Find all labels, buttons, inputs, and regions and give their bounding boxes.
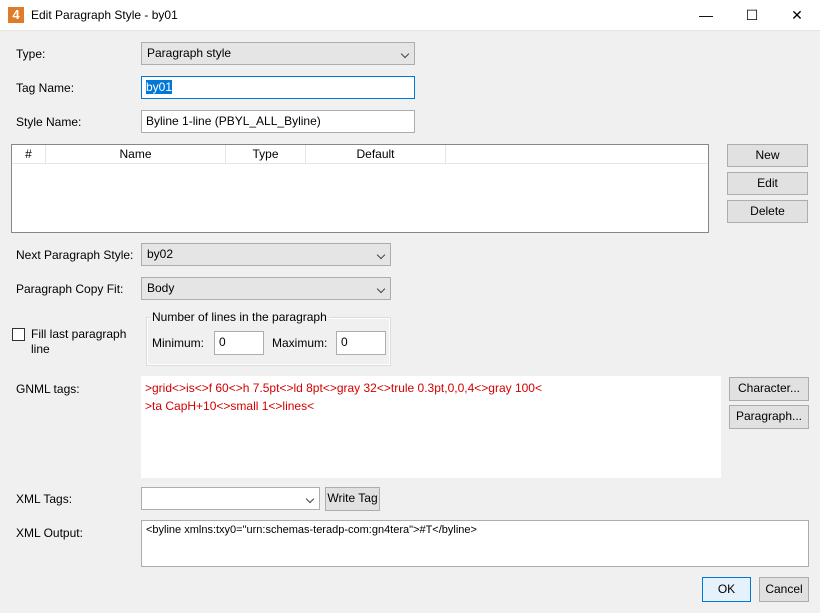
type-dropdown[interactable]: Paragraph style <box>141 42 415 65</box>
xml-tags-label: XML Tags: <box>16 492 73 506</box>
next-paragraph-style-label: Next Paragraph Style: <box>16 248 134 262</box>
edit-button[interactable]: Edit <box>727 172 808 195</box>
delete-button[interactable]: Delete <box>727 200 808 223</box>
paragraph-copy-fit-dropdown[interactable]: Body <box>141 277 391 300</box>
paragraph-copy-fit-value: Body <box>147 281 175 295</box>
paragraph-button[interactable]: Paragraph... <box>729 405 809 429</box>
chevron-down-icon <box>400 49 410 59</box>
chevron-down-icon <box>376 284 386 294</box>
next-paragraph-style-value: by02 <box>147 247 174 261</box>
app-icon: 4 <box>8 7 24 23</box>
column-header-name[interactable]: Name <box>46 145 226 164</box>
type-value: Paragraph style <box>147 46 232 60</box>
column-header-number[interactable]: # <box>12 145 46 164</box>
style-name-input[interactable]: Byline 1-line (PBYL_ALL_Byline) <box>141 110 415 133</box>
attributes-table[interactable]: # Name Type Default <box>11 144 709 233</box>
character-button[interactable]: Character... <box>729 377 809 401</box>
close-button[interactable]: ✕ <box>774 0 820 31</box>
xml-tags-dropdown[interactable] <box>141 487 320 510</box>
column-header-type[interactable]: Type <box>226 145 306 164</box>
write-tag-button[interactable]: Write Tag <box>325 487 380 511</box>
lines-group-title: Number of lines in the paragraph <box>150 310 329 324</box>
type-label: Type: <box>16 47 46 61</box>
table-header: # Name Type Default <box>12 145 708 164</box>
minimum-input[interactable]: 0 <box>214 331 264 355</box>
chevron-down-icon <box>376 250 386 260</box>
tag-name-input[interactable]: by01 <box>141 76 415 99</box>
fill-last-line-label-1: Fill last paragraph <box>31 327 127 341</box>
fill-last-line-checkbox[interactable] <box>12 328 25 341</box>
chevron-down-icon <box>305 494 315 504</box>
title-bar: 4 Edit Paragraph Style - by01 — ☐ ✕ <box>0 0 820 31</box>
minimize-button[interactable]: — <box>683 0 729 31</box>
tag-name-value: by01 <box>146 80 173 94</box>
maximum-label: Maximum: <box>272 336 328 350</box>
new-button[interactable]: New <box>727 144 808 167</box>
xml-output-label: XML Output: <box>16 526 83 540</box>
maximize-button[interactable]: ☐ <box>729 0 775 31</box>
gnml-line-2: >ta CapH+10<>small 1<>lines< <box>145 399 315 413</box>
style-name-label: Style Name: <box>16 115 82 129</box>
paragraph-copy-fit-label: Paragraph Copy Fit: <box>16 282 124 296</box>
fill-last-line-label-2: line <box>31 342 50 356</box>
ok-button[interactable]: OK <box>702 577 751 602</box>
minimum-label: Minimum: <box>152 336 205 350</box>
gnml-tags-label: GNML tags: <box>16 382 80 396</box>
column-header-default[interactable]: Default <box>306 145 446 164</box>
next-paragraph-style-dropdown[interactable]: by02 <box>141 243 391 266</box>
gnml-line-1: >grid<>is<>f 60<>h 7.5pt<>ld 8pt<>gray 3… <box>145 381 542 395</box>
maximum-input[interactable]: 0 <box>336 331 386 355</box>
xml-output-field[interactable]: <byline xmlns:txy0="urn:schemas-teradp-c… <box>141 520 809 567</box>
gnml-tags-editor[interactable]: >grid<>is<>f 60<>h 7.5pt<>ld 8pt<>gray 3… <box>141 376 721 478</box>
cancel-button[interactable]: Cancel <box>759 577 809 602</box>
window-title: Edit Paragraph Style - by01 <box>31 8 178 22</box>
tag-name-label: Tag Name: <box>16 81 75 95</box>
